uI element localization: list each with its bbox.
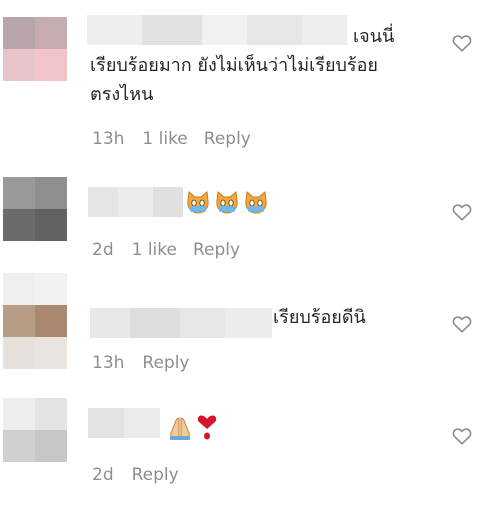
like-heart-icon[interactable] [452,427,472,445]
like-count[interactable]: 1 like [132,240,177,260]
comment-text: เจนนี่ เรียบร้อยมาก ยังไม่เห็นว่าไม่เรีย… [90,26,395,105]
emoji-group [167,415,218,441]
avatar[interactable] [3,273,67,369]
comment-meta: 13h 1 like Reply [92,129,251,149]
reply-button[interactable]: Reply [132,465,179,485]
cat-face-icon [216,191,238,214]
cat-face-icon [245,191,267,214]
avatar[interactable] [3,398,67,462]
comment-text: เรียบร้อยดีนิ [273,307,366,328]
username-redacted [88,187,183,217]
username-redacted [90,308,272,338]
heart-exclamation-icon [197,415,217,440]
reply-button[interactable]: Reply [204,129,251,149]
comment-time: 13h [92,129,125,149]
reply-button[interactable]: Reply [193,240,240,260]
emoji-group [185,191,269,215]
comment-time: 2d [92,465,114,485]
comment-item: 2d 1 like Reply [0,170,500,270]
avatar[interactable] [3,17,67,81]
comment-item: เรียบร้อยดีนิ 13h Reply [0,270,500,385]
like-count[interactable]: 1 like [142,129,187,149]
comment-meta: 2d 1 like Reply [92,240,240,260]
avatar[interactable] [3,177,67,241]
comment-item: 2d Reply [0,385,500,510]
like-heart-icon[interactable] [452,315,472,333]
folded-hands-icon [170,417,190,440]
username-redacted [88,408,160,438]
comment-meta: 2d Reply [92,465,179,485]
like-heart-icon[interactable] [452,203,472,221]
comment-time: 2d [92,240,114,260]
comment-item: เจนนี่ เรียบร้อยมาก ยังไม่เห็นว่าไม่เรีย… [0,0,500,170]
reply-button[interactable]: Reply [142,353,189,373]
cat-face-icon [187,191,209,214]
comment-time: 13h [92,353,125,373]
comment-meta: 13h Reply [92,353,190,373]
like-heart-icon[interactable] [452,34,472,52]
